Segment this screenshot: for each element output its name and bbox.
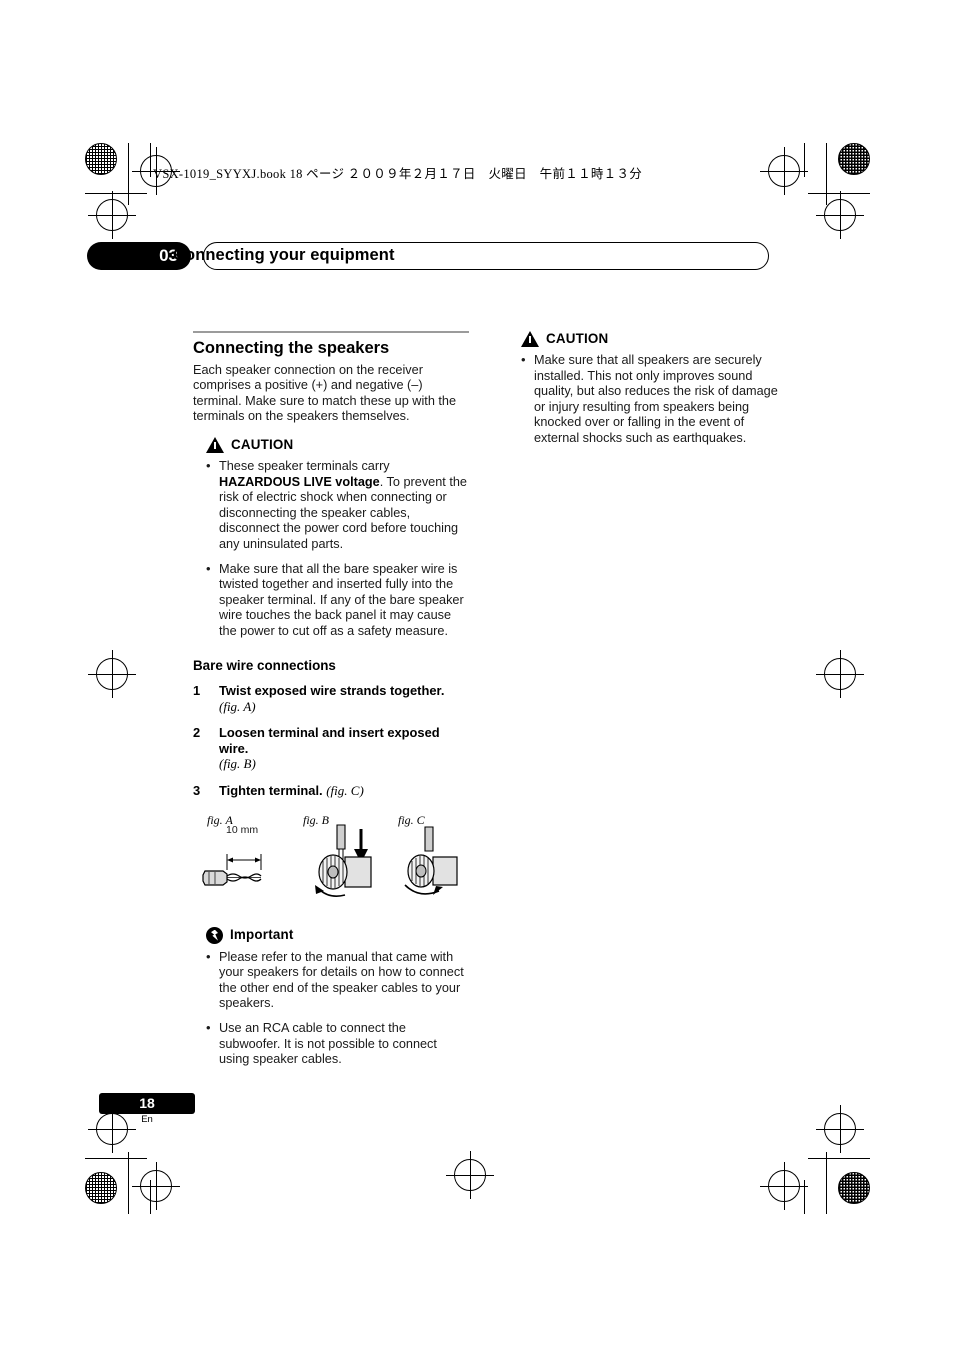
crosshair-lower-right bbox=[816, 1105, 864, 1153]
important-icon bbox=[206, 926, 223, 944]
trim-line bbox=[85, 193, 147, 194]
crosshair-upper-right bbox=[816, 191, 864, 239]
caution-list-left: These speaker terminals carry HAZARDOUS … bbox=[193, 458, 469, 640]
figure-a-illustration: 10 mm bbox=[199, 824, 299, 908]
step-figure-ref: (fig. A) bbox=[219, 698, 256, 714]
step-item: 3 Tighten terminal. (fig. C) bbox=[193, 783, 469, 799]
figure-a-dimension: 10 mm bbox=[226, 823, 259, 836]
warning-triangle-icon bbox=[206, 436, 224, 453]
trim-line bbox=[808, 193, 870, 194]
crosshair-bottom-right bbox=[760, 1162, 808, 1210]
chapter-title: Connecting your equipment bbox=[173, 246, 395, 264]
warning-triangle-icon bbox=[521, 331, 539, 347]
step-figure-ref: (fig. B) bbox=[219, 756, 256, 772]
caution-text-lead: These speaker terminals carry bbox=[219, 458, 390, 473]
trim-line bbox=[150, 1180, 151, 1214]
caution-header-left: CAUTION bbox=[206, 436, 469, 453]
halftone-mark-bottom-left bbox=[85, 1172, 117, 1204]
important-header: Important bbox=[206, 926, 469, 944]
trim-line bbox=[128, 143, 129, 205]
step-number: 1 bbox=[193, 683, 201, 699]
figure-b-illustration bbox=[293, 823, 397, 910]
right-column: CAUTION Make sure that all speakers are … bbox=[508, 331, 784, 457]
section-title: Connecting the speakers bbox=[193, 331, 469, 357]
chapter-bar: 03 Connecting your equipment bbox=[87, 242, 769, 270]
step-figure-ref: (fig. C) bbox=[326, 783, 364, 799]
trim-line bbox=[85, 1158, 147, 1159]
caution-label: CAUTION bbox=[546, 331, 609, 347]
important-label: Important bbox=[230, 927, 294, 943]
list-item: Please refer to the manual that came wit… bbox=[206, 949, 469, 1012]
caution-header-right: CAUTION bbox=[521, 331, 784, 347]
list-item: Make sure that all speakers are securely… bbox=[521, 352, 784, 447]
halftone-mark-bottom-right bbox=[838, 1172, 870, 1204]
step-text: Loosen terminal and insert exposed wire. bbox=[219, 725, 440, 756]
caution-text-bold: HAZARDOUS LIVE voltage bbox=[219, 474, 380, 489]
halftone-mark-top-right bbox=[838, 143, 870, 175]
halftone-mark-top-left bbox=[85, 143, 117, 175]
left-column: Connecting the speakers Each speaker con… bbox=[193, 331, 469, 1078]
crosshair-top-right bbox=[760, 147, 808, 195]
important-list: Please refer to the manual that came wit… bbox=[193, 949, 469, 1068]
caution-label: CAUTION bbox=[231, 437, 294, 453]
step-text: Tighten terminal. bbox=[219, 783, 323, 799]
crosshair-bottom-center bbox=[446, 1151, 494, 1199]
trim-line bbox=[804, 1180, 805, 1214]
intro-paragraph: Each speaker connection on the receiver … bbox=[193, 362, 457, 424]
trim-line bbox=[826, 143, 827, 205]
crosshair-bottom-left bbox=[132, 1162, 180, 1210]
page-language: En bbox=[141, 1114, 153, 1125]
step-item: 1 Twist exposed wire strands together. (… bbox=[193, 683, 469, 714]
trim-line bbox=[808, 1158, 870, 1159]
crosshair-mid-right bbox=[816, 650, 864, 698]
crosshair-upper-left bbox=[88, 191, 136, 239]
figure-c-illustration bbox=[389, 823, 489, 910]
trim-line bbox=[128, 1152, 129, 1214]
caution-text-lead: Make sure that all the bare speaker wire… bbox=[219, 561, 464, 638]
trim-line bbox=[804, 143, 805, 177]
step-number: 3 bbox=[193, 783, 201, 799]
list-item: These speaker terminals carry HAZARDOUS … bbox=[206, 458, 469, 553]
step-item: 2 Loosen terminal and insert exposed wir… bbox=[193, 725, 469, 772]
book-header-line: VSX-1019_SYYXJ.book 18 ページ ２００９年２月１７日 火曜… bbox=[153, 167, 643, 181]
step-number: 2 bbox=[193, 725, 201, 741]
trim-line bbox=[150, 143, 151, 177]
subsection-title: Bare wire connections bbox=[193, 657, 336, 673]
step-text: Twist exposed wire strands together. bbox=[219, 683, 445, 699]
list-item: Use an RCA cable to connect the subwoofe… bbox=[206, 1020, 469, 1068]
trim-line bbox=[826, 1152, 827, 1214]
page-number-badge: 18 bbox=[99, 1093, 195, 1114]
steps-list: 1 Twist exposed wire strands together. (… bbox=[193, 683, 469, 799]
list-item: Make sure that all the bare speaker wire… bbox=[206, 561, 469, 640]
crosshair-mid-left bbox=[88, 650, 136, 698]
figure-row: fig. A fig. B fig. C 10 mm bbox=[193, 813, 469, 917]
caution-list-right: Make sure that all speakers are securely… bbox=[508, 352, 784, 447]
